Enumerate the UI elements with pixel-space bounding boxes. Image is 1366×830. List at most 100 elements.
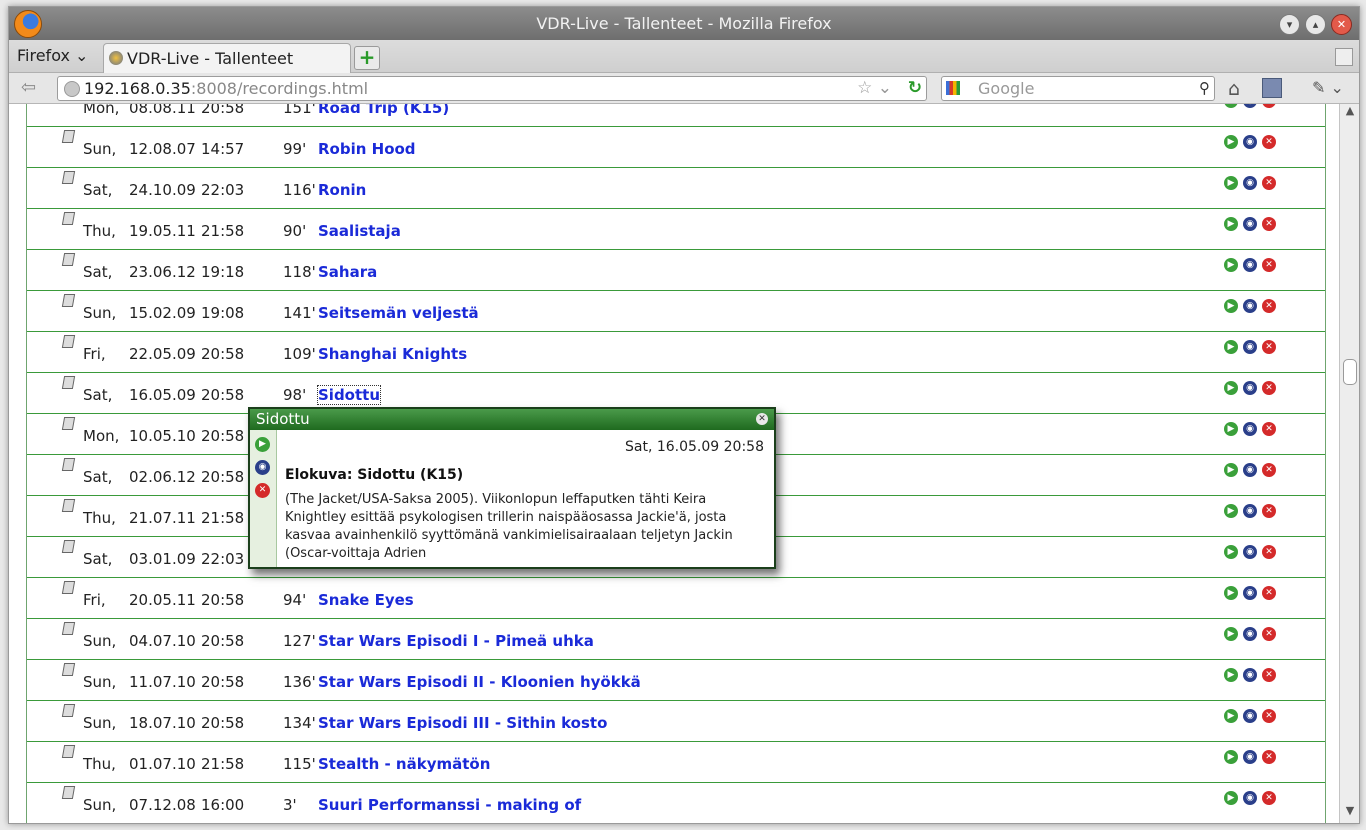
recording-title-link[interactable]: Stealth - näkymätön [318,755,490,773]
play-icon[interactable]: ▶ [1224,422,1238,436]
stream-icon[interactable]: ◉ [1243,104,1257,108]
stream-icon[interactable]: ◉ [1243,217,1257,231]
delete-icon[interactable]: ✕ [1262,545,1276,559]
firefox-logo-icon[interactable] [14,10,42,38]
delete-icon[interactable]: ✕ [1262,463,1276,477]
stream-icon[interactable]: ◉ [1243,258,1257,272]
popup-close-icon[interactable]: ✕ [756,413,768,425]
delete-icon[interactable]: ✕ [1262,504,1276,518]
table-row[interactable]: Fri, 22.05.09 20:58 109' Shanghai Knights ▶ ◉ ✕ [27,332,1325,373]
play-icon[interactable]: ▶ [1224,135,1238,149]
url-bar[interactable]: 192.168.0.35:8008/recordings.html ☆ ⌄ ↻ [57,76,927,101]
stream-icon[interactable]: ◉ [1243,299,1257,313]
table-row[interactable]: Sun, 11.07.10 20:58 136' Star Wars Episodi I… [27,660,1325,701]
delete-icon[interactable]: ✕ [1262,586,1276,600]
url-text[interactable]: 192.168.0.35:8008/recordings.html [84,79,368,98]
delete-icon[interactable]: ✕ [1262,258,1276,272]
table-row[interactable]: Thu, 19.05.11 21:58 90' Saalistaja ▶ ◉ ✕ [27,209,1325,250]
home-icon[interactable]: ⌂ [1228,78,1240,100]
tab-groups-icon[interactable] [1335,48,1353,66]
table-row[interactable]: Sun, 12.08.07 14:57 99' Robin Hood ▶ ◉ ✕ [27,127,1325,168]
table-row[interactable]: Sat, 23.06.12 19:18 118' Sahara ▶ ◉ ✕ [27,250,1325,291]
close-button[interactable]: ✕ [1331,14,1352,35]
stream-icon[interactable]: ◉ [255,460,270,475]
play-icon[interactable]: ▶ [1224,340,1238,354]
new-tab-button[interactable]: + [354,46,380,70]
table-row[interactable]: Thu, 01.07.10 21:58 115' Stealth - näkymätön… [27,742,1325,783]
play-icon[interactable]: ▶ [255,437,270,452]
stream-icon[interactable]: ◉ [1243,422,1257,436]
delete-icon[interactable]: ✕ [1262,668,1276,682]
delete-icon[interactable]: ✕ [1262,104,1276,108]
delete-icon[interactable]: ✕ [1262,627,1276,641]
table-row[interactable]: Sun, 15.02.09 19:08 141' Seitsemän veljestä ▶… [27,291,1325,332]
delete-icon[interactable]: ✕ [1262,422,1276,436]
maximize-button[interactable]: ▴ [1305,14,1326,35]
tools-icon[interactable]: ✎ ⌄ [1312,78,1344,97]
play-icon[interactable]: ▶ [1224,176,1238,190]
play-icon[interactable]: ▶ [1224,709,1238,723]
delete-icon[interactable]: ✕ [255,483,270,498]
delete-icon[interactable]: ✕ [1262,176,1276,190]
recording-title-link[interactable]: Star Wars Episodi III - Sithin kosto [318,714,607,732]
google-engine-icon[interactable] [946,81,960,95]
stream-icon[interactable]: ◉ [1243,340,1257,354]
table-row[interactable]: Sun, 18.07.10 20:58 134' Star Wars Episodi I… [27,701,1325,742]
stream-icon[interactable]: ◉ [1243,381,1257,395]
play-icon[interactable]: ▶ [1224,299,1238,313]
stream-icon[interactable]: ◉ [1243,627,1257,641]
play-icon[interactable]: ▶ [1224,586,1238,600]
recording-title-link[interactable]: Road Trip (K15) [318,104,449,117]
vertical-scrollbar[interactable]: ▲ ▼ [1339,104,1359,823]
play-icon[interactable]: ▶ [1224,104,1238,108]
bookmarks-icon[interactable] [1262,78,1282,98]
table-row[interactable]: Mon, 08.08.11 20:58 151'Road Trip (K15) ▶ ◉ ✕ [27,104,1325,127]
delete-icon[interactable]: ✕ [1262,791,1276,805]
play-icon[interactable]: ▶ [1224,750,1238,764]
scrollbar-thumb[interactable] [1343,359,1357,385]
reload-icon[interactable]: ↻ [908,78,922,98]
table-row[interactable]: Sun, 07.12.08 16:00 3' Suuri Performanssi - … [27,783,1325,823]
recording-title-link[interactable]: Seitsemän veljestä [318,304,479,322]
search-bar[interactable]: Google ⚲ [941,76,1215,101]
recording-title-link[interactable]: Shanghai Knights [318,345,467,363]
recording-title-link[interactable]: Saalistaja [318,222,401,240]
bookmark-star-icon[interactable]: ☆ ⌄ [857,78,892,98]
play-icon[interactable]: ▶ [1224,504,1238,518]
play-icon[interactable]: ▶ [1224,627,1238,641]
delete-icon[interactable]: ✕ [1262,299,1276,313]
delete-icon[interactable]: ✕ [1262,217,1276,231]
play-icon[interactable]: ▶ [1224,258,1238,272]
recording-title-link[interactable]: Sahara [318,263,377,281]
stream-icon[interactable]: ◉ [1243,504,1257,518]
scroll-down-icon[interactable]: ▼ [1340,804,1359,822]
search-go-icon[interactable]: ⚲ [1199,79,1210,97]
stream-icon[interactable]: ◉ [1243,135,1257,149]
recording-title-link[interactable]: Sidottu [316,385,382,405]
scroll-up-icon[interactable]: ▲ [1340,104,1359,122]
stream-icon[interactable]: ◉ [1243,463,1257,477]
play-icon[interactable]: ▶ [1224,791,1238,805]
minimize-button[interactable]: ▾ [1279,14,1300,35]
tab-recordings[interactable]: VDR-Live - Tallenteet [103,43,351,73]
recording-title-link[interactable]: Snake Eyes [318,591,414,609]
play-icon[interactable]: ▶ [1224,381,1238,395]
table-row[interactable]: Sun, 04.07.10 20:58 127' Star Wars Episodi I… [27,619,1325,660]
play-icon[interactable]: ▶ [1224,668,1238,682]
play-icon[interactable]: ▶ [1224,217,1238,231]
recording-title-link[interactable]: Robin Hood [318,140,416,158]
recording-title-link[interactable]: Ronin [318,181,366,199]
delete-icon[interactable]: ✕ [1262,340,1276,354]
recording-title-link[interactable]: Star Wars Episodi I - Pimeä uhka [318,632,594,650]
site-identity-icon[interactable] [64,81,80,97]
firefox-menu-button[interactable]: Firefox ⌄ [17,46,88,65]
play-icon[interactable]: ▶ [1224,463,1238,477]
stream-icon[interactable]: ◉ [1243,176,1257,190]
stream-icon[interactable]: ◉ [1243,709,1257,723]
stream-icon[interactable]: ◉ [1243,586,1257,600]
stream-icon[interactable]: ◉ [1243,668,1257,682]
stream-icon[interactable]: ◉ [1243,791,1257,805]
delete-icon[interactable]: ✕ [1262,709,1276,723]
play-icon[interactable]: ▶ [1224,545,1238,559]
delete-icon[interactable]: ✕ [1262,381,1276,395]
